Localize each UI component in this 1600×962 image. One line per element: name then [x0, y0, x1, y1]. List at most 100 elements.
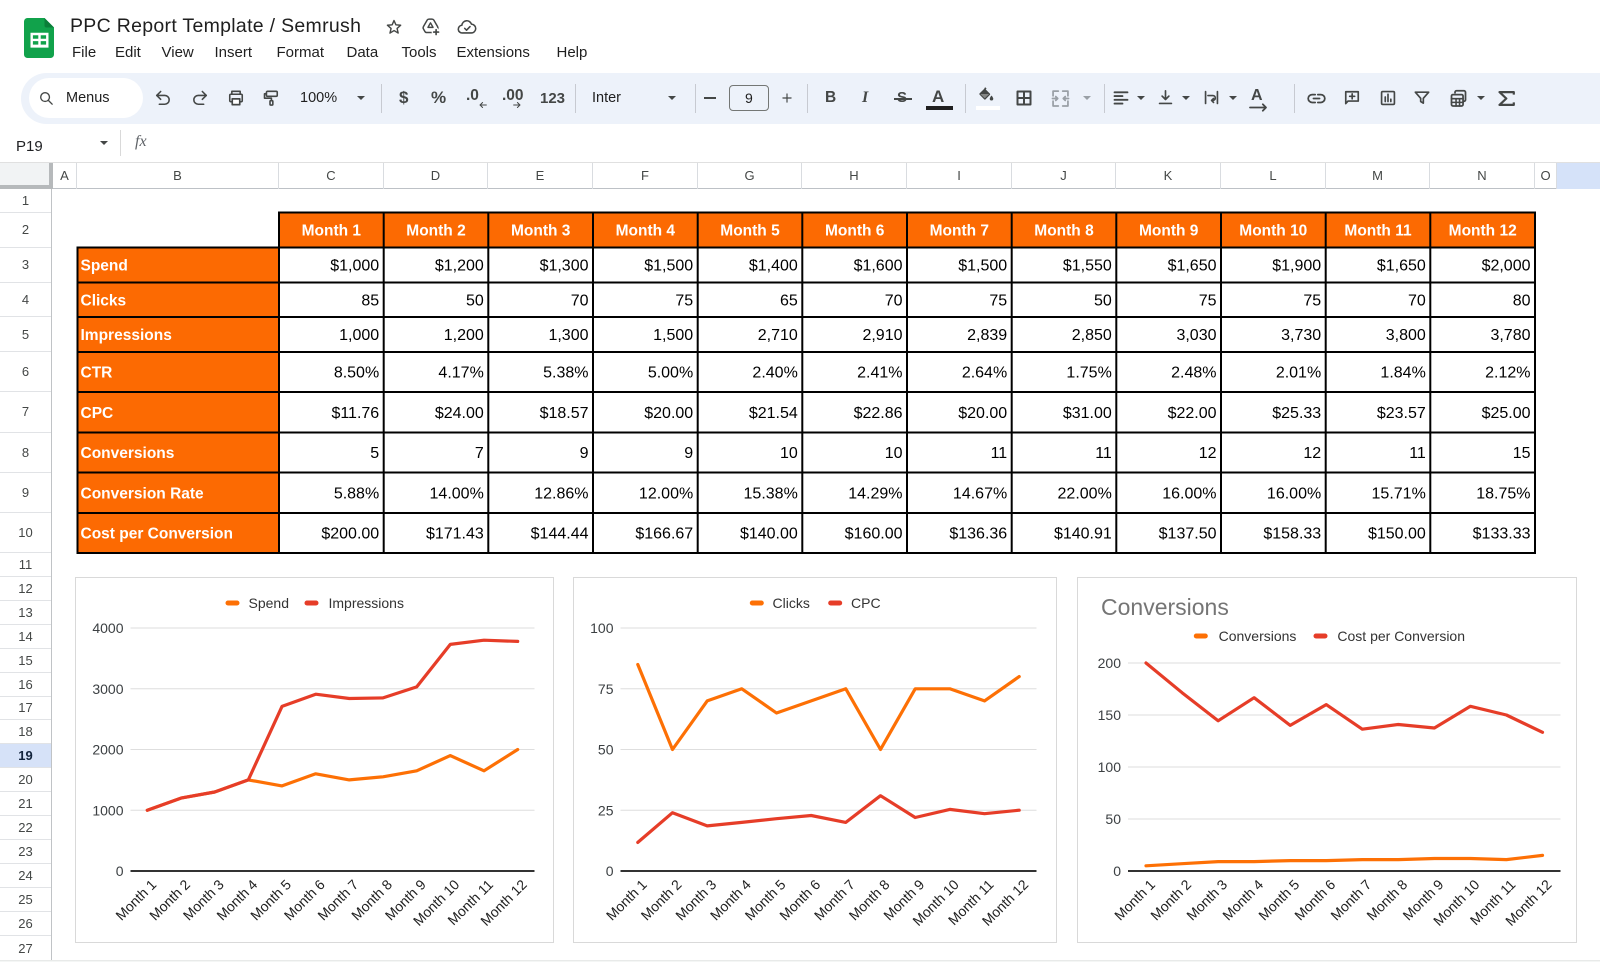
svg-text:$21.54: $21.54: [749, 405, 798, 422]
svg-text:16.00%: 16.00%: [1162, 485, 1216, 502]
svg-text:16.00%: 16.00%: [1267, 485, 1321, 502]
svg-text:$1,300: $1,300: [540, 258, 589, 275]
svg-text:0: 0: [606, 863, 614, 879]
svg-text:Spend: Spend: [81, 258, 128, 275]
svg-text:75: 75: [675, 292, 693, 309]
svg-text:Month 11: Month 11: [1344, 223, 1412, 240]
svg-text:50: 50: [598, 742, 614, 758]
svg-text:Spend: Spend: [248, 595, 288, 611]
svg-text:7: 7: [475, 445, 484, 462]
svg-text:9: 9: [580, 445, 589, 462]
svg-text:200: 200: [1098, 655, 1122, 671]
svg-text:5.88%: 5.88%: [334, 485, 379, 502]
svg-text:12: 12: [1199, 445, 1217, 462]
svg-text:70: 70: [571, 292, 589, 309]
svg-text:50: 50: [1105, 811, 1121, 827]
svg-text:Month 12: Month 12: [1449, 223, 1517, 240]
svg-text:3,730: 3,730: [1281, 327, 1321, 344]
svg-text:$200.00: $200.00: [321, 526, 379, 543]
svg-text:2,710: 2,710: [758, 327, 798, 344]
svg-text:$1,900: $1,900: [1272, 258, 1321, 275]
svg-text:1,300: 1,300: [548, 327, 588, 344]
svg-text:Month 9: Month 9: [1139, 223, 1199, 240]
svg-text:15.71%: 15.71%: [1372, 485, 1426, 502]
svg-text:$166.67: $166.67: [635, 526, 693, 543]
svg-text:2,910: 2,910: [862, 327, 902, 344]
svg-text:3,030: 3,030: [1176, 327, 1216, 344]
svg-text:$24.00: $24.00: [435, 405, 484, 422]
svg-text:1000: 1000: [92, 802, 123, 818]
svg-text:2.01%: 2.01%: [1276, 365, 1321, 382]
svg-text:14.67%: 14.67%: [953, 485, 1007, 502]
svg-text:$11.76: $11.76: [331, 405, 379, 422]
svg-text:$136.36: $136.36: [949, 526, 1007, 543]
svg-text:12: 12: [1303, 445, 1321, 462]
svg-text:5: 5: [370, 445, 379, 462]
svg-text:$1,500: $1,500: [958, 258, 1007, 275]
svg-text:$144.44: $144.44: [531, 526, 589, 543]
svg-text:$140.91: $140.91: [1054, 526, 1112, 543]
svg-text:$22.00: $22.00: [1168, 405, 1217, 422]
svg-text:85: 85: [361, 292, 379, 309]
svg-text:12.86%: 12.86%: [534, 485, 588, 502]
svg-text:11: 11: [1409, 445, 1426, 462]
svg-text:2.48%: 2.48%: [1171, 365, 1216, 382]
svg-text:5.38%: 5.38%: [543, 365, 588, 382]
svg-text:70: 70: [1408, 292, 1426, 309]
svg-text:Conversions: Conversions: [1219, 628, 1297, 644]
svg-text:10: 10: [885, 445, 903, 462]
svg-text:$1,000: $1,000: [330, 258, 379, 275]
svg-text:$20.00: $20.00: [644, 405, 693, 422]
svg-text:$1,550: $1,550: [1063, 258, 1112, 275]
svg-text:1.75%: 1.75%: [1066, 365, 1111, 382]
svg-text:Clicks: Clicks: [81, 292, 127, 309]
svg-text:3,780: 3,780: [1490, 327, 1530, 344]
svg-text:Conversions: Conversions: [81, 445, 175, 462]
svg-text:Cost per Conversion: Cost per Conversion: [1337, 628, 1465, 644]
svg-text:1,200: 1,200: [444, 327, 484, 344]
svg-text:2.12%: 2.12%: [1485, 365, 1530, 382]
svg-text:2,839: 2,839: [967, 327, 1007, 344]
svg-text:25: 25: [598, 802, 614, 818]
svg-text:$1,500: $1,500: [644, 258, 693, 275]
svg-text:10: 10: [780, 445, 798, 462]
svg-text:$1,200: $1,200: [435, 258, 484, 275]
svg-text:Month 8: Month 8: [1034, 223, 1094, 240]
svg-text:5.00%: 5.00%: [648, 365, 693, 382]
svg-text:CTR: CTR: [81, 365, 113, 382]
svg-text:$20.00: $20.00: [958, 405, 1007, 422]
svg-text:4000: 4000: [92, 620, 123, 636]
svg-text:$137.50: $137.50: [1159, 526, 1217, 543]
svg-text:100: 100: [1098, 759, 1122, 775]
svg-text:$133.33: $133.33: [1473, 526, 1531, 543]
svg-text:9: 9: [684, 445, 693, 462]
svg-text:15: 15: [1513, 445, 1531, 462]
svg-text:11: 11: [1095, 445, 1112, 462]
svg-text:Conversions: Conversions: [1101, 594, 1229, 620]
svg-text:1,500: 1,500: [653, 327, 693, 344]
svg-text:$150.00: $150.00: [1368, 526, 1426, 543]
svg-text:15.38%: 15.38%: [744, 485, 798, 502]
svg-text:150: 150: [1098, 707, 1122, 723]
svg-text:Month 7: Month 7: [930, 223, 989, 240]
svg-text:14.00%: 14.00%: [430, 485, 484, 502]
svg-text:22.00%: 22.00%: [1058, 485, 1112, 502]
svg-text:Month 2: Month 2: [406, 223, 465, 240]
svg-text:Impressions: Impressions: [328, 595, 403, 611]
svg-text:Month 10: Month 10: [1239, 223, 1307, 240]
svg-text:75: 75: [1199, 292, 1217, 309]
svg-text:$25.33: $25.33: [1272, 405, 1321, 422]
svg-text:$158.33: $158.33: [1263, 526, 1321, 543]
svg-text:70: 70: [885, 292, 903, 309]
svg-text:$160.00: $160.00: [845, 526, 903, 543]
svg-text:$31.00: $31.00: [1063, 405, 1112, 422]
svg-text:$140.00: $140.00: [740, 526, 798, 543]
svg-text:75: 75: [1303, 292, 1321, 309]
svg-text:1.84%: 1.84%: [1380, 365, 1425, 382]
svg-text:50: 50: [466, 292, 484, 309]
svg-text:Clicks: Clicks: [773, 595, 810, 611]
svg-text:0: 0: [1113, 863, 1121, 879]
svg-text:$18.57: $18.57: [540, 405, 589, 422]
svg-text:2.64%: 2.64%: [962, 365, 1007, 382]
svg-text:1,000: 1,000: [339, 327, 379, 344]
